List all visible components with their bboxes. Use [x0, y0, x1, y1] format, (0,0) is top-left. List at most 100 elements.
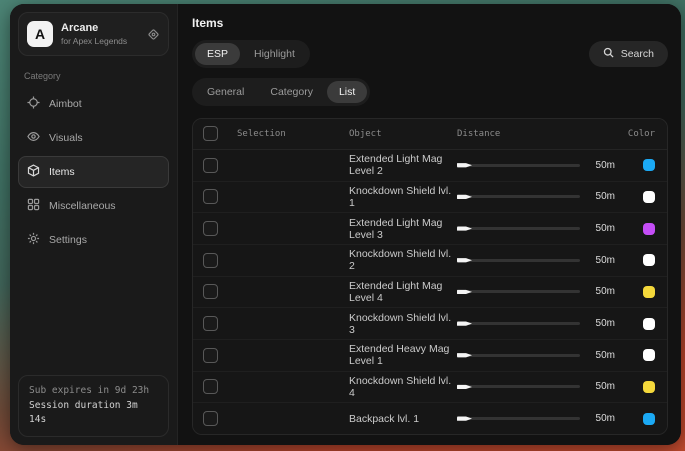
- row-checkbox[interactable]: [203, 284, 218, 299]
- table-header: Selection Object Distance Color: [193, 119, 667, 150]
- session-duration-text: Session duration 3m 14s: [29, 399, 158, 428]
- row-checkbox[interactable]: [203, 221, 218, 236]
- object-name: Knockdown Shield lvl. 3: [349, 312, 457, 336]
- sidebar-item-label: Visuals: [49, 132, 83, 144]
- row-checkbox[interactable]: [203, 253, 218, 268]
- sidebar-item-items[interactable]: Items: [18, 156, 169, 188]
- app-logo: A: [27, 21, 53, 47]
- column-header-color: Color: [615, 129, 655, 139]
- table-row: Knockdown Shield lvl. 1 50m: [193, 182, 667, 214]
- row-checkbox[interactable]: [203, 348, 218, 363]
- select-all-checkbox[interactable]: [203, 126, 218, 141]
- distance-value: 50m: [589, 350, 615, 361]
- tab-list[interactable]: List: [327, 81, 367, 103]
- distance-slider[interactable]: [457, 414, 580, 424]
- sidebar-item-visuals[interactable]: Visuals: [18, 122, 169, 154]
- color-swatch[interactable]: [643, 413, 655, 425]
- table-row: Knockdown Shield lvl. 2 50m: [193, 245, 667, 277]
- category-section-label: Category: [24, 71, 163, 81]
- sidebar-item-settings[interactable]: Settings: [18, 224, 169, 256]
- object-name: Extended Light Mag Level 2: [349, 153, 457, 177]
- column-header-distance: Distance: [457, 129, 615, 139]
- grid-icon: [27, 198, 40, 214]
- object-name: Extended Light Mag Level 4: [349, 280, 457, 304]
- tab-esp[interactable]: ESP: [195, 43, 240, 65]
- color-swatch[interactable]: [643, 159, 655, 171]
- app-title-block: Arcane for Apex Legends: [61, 22, 127, 46]
- crosshair-icon: [27, 96, 40, 112]
- table-row: Extended Light Mag Level 3 50m: [193, 213, 667, 245]
- table-row: Knockdown Shield lvl. 3 50m: [193, 308, 667, 340]
- sidebar-item-label: Miscellaneous: [49, 200, 116, 212]
- distance-slider[interactable]: [457, 160, 580, 170]
- distance-slider[interactable]: [457, 255, 580, 265]
- distance-value: 50m: [589, 286, 615, 297]
- row-checkbox[interactable]: [203, 379, 218, 394]
- distance-value: 50m: [589, 160, 615, 171]
- diamond-target-icon[interactable]: [147, 28, 160, 41]
- main-panel: Items ESP Highlight Search General Categ…: [178, 4, 681, 445]
- distance-value: 50m: [589, 318, 615, 329]
- sidebar-item-label: Settings: [49, 234, 87, 246]
- package-icon: [27, 164, 40, 180]
- color-swatch[interactable]: [643, 223, 655, 235]
- color-swatch[interactable]: [643, 254, 655, 266]
- sidebar: A Arcane for Apex Legends Category Aimbo…: [10, 4, 178, 445]
- page-title: Items: [192, 16, 668, 30]
- distance-slider[interactable]: [457, 350, 580, 360]
- search-icon: [603, 47, 614, 61]
- color-swatch[interactable]: [643, 318, 655, 330]
- distance-value: 50m: [589, 413, 615, 424]
- sidebar-item-label: Aimbot: [49, 98, 82, 110]
- table-row: Knockdown Shield lvl. 4 50m: [193, 372, 667, 404]
- view-tabs: General Category List: [192, 78, 370, 106]
- tab-category[interactable]: Category: [258, 81, 325, 103]
- column-header-object: Object: [349, 129, 457, 139]
- distance-slider[interactable]: [457, 192, 580, 202]
- sidebar-item-miscellaneous[interactable]: Miscellaneous: [18, 190, 169, 222]
- color-swatch[interactable]: [643, 349, 655, 361]
- app-window: A Arcane for Apex Legends Category Aimbo…: [10, 4, 681, 445]
- color-swatch[interactable]: [643, 286, 655, 298]
- items-table: Selection Object Distance Color Extended…: [192, 118, 668, 435]
- distance-slider[interactable]: [457, 382, 580, 392]
- distance-value: 50m: [589, 223, 615, 234]
- eye-icon: [27, 130, 40, 146]
- distance-slider[interactable]: [457, 287, 580, 297]
- row-checkbox[interactable]: [203, 316, 218, 331]
- table-row: Backpack lvl. 1 50m: [193, 403, 667, 434]
- gear-icon: [27, 232, 40, 248]
- search-button-label: Search: [621, 48, 654, 60]
- sidebar-item-label: Items: [49, 166, 75, 178]
- sub-expiry-text: Sub expires in 9d 23h: [29, 384, 158, 399]
- object-name: Backpack lvl. 1: [349, 413, 457, 425]
- row-checkbox[interactable]: [203, 411, 218, 426]
- object-name: Knockdown Shield lvl. 2: [349, 248, 457, 272]
- table-row: Extended Light Mag Level 2 50m: [193, 150, 667, 182]
- distance-slider[interactable]: [457, 319, 580, 329]
- object-name: Extended Light Mag Level 3: [349, 217, 457, 241]
- distance-value: 50m: [589, 191, 615, 202]
- distance-value: 50m: [589, 381, 615, 392]
- app-name: Arcane: [61, 22, 127, 36]
- search-button[interactable]: Search: [589, 41, 668, 67]
- distance-slider[interactable]: [457, 224, 580, 234]
- object-name: Extended Heavy Mag Level 1: [349, 343, 457, 367]
- sidebar-item-aimbot[interactable]: Aimbot: [18, 88, 169, 120]
- mode-tabs: ESP Highlight: [192, 40, 310, 68]
- app-header-card: A Arcane for Apex Legends: [18, 12, 169, 56]
- column-header-selection: Selection: [237, 129, 349, 139]
- object-name: Knockdown Shield lvl. 4: [349, 375, 457, 399]
- tab-highlight[interactable]: Highlight: [242, 43, 307, 65]
- table-row: Extended Heavy Mag Level 1 50m: [193, 340, 667, 372]
- object-name: Knockdown Shield lvl. 1: [349, 185, 457, 209]
- color-swatch[interactable]: [643, 381, 655, 393]
- color-swatch[interactable]: [643, 191, 655, 203]
- row-checkbox[interactable]: [203, 189, 218, 204]
- row-checkbox[interactable]: [203, 158, 218, 173]
- tab-general[interactable]: General: [195, 81, 256, 103]
- app-subtitle: for Apex Legends: [61, 36, 127, 46]
- table-row: Extended Light Mag Level 4 50m: [193, 277, 667, 309]
- distance-value: 50m: [589, 255, 615, 266]
- session-info-card: Sub expires in 9d 23h Session duration 3…: [18, 375, 169, 437]
